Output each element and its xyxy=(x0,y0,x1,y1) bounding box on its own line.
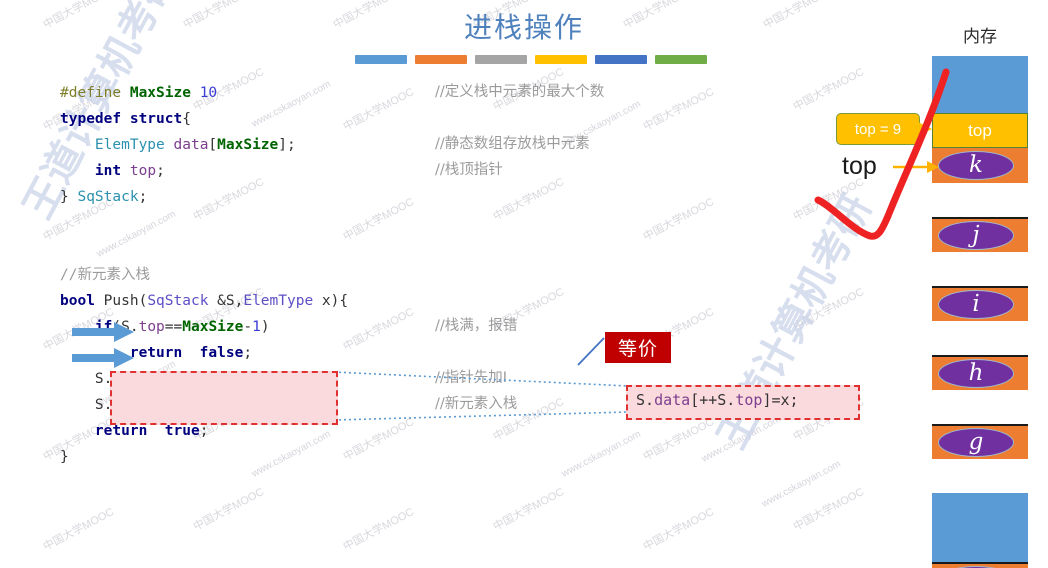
memory-value-h: h xyxy=(938,358,1014,388)
red-handdrawn-check xyxy=(814,68,950,240)
memory-cell-i: i xyxy=(932,286,1028,321)
memory-title: 内存 xyxy=(963,27,997,46)
slide-canvas: 中国大学MOOC 中国大学MOOC 中国大学MOOC 中国大学MOOC 中国大学MOOC… xyxy=(0,0,1048,568)
memory-value-g: g xyxy=(938,427,1014,457)
memory-value-i: i xyxy=(938,289,1014,319)
equivalence-badge: 等价 xyxy=(605,332,671,363)
memory-cell-e: e xyxy=(932,562,1028,568)
highlight-box-two-step xyxy=(110,371,338,425)
memory-cell-h: h xyxy=(932,355,1028,390)
memory-free-space-bottom xyxy=(932,493,1028,562)
memory-cell-g: g xyxy=(932,424,1028,459)
equivalent-code-text: S.data[++S.top]=x; xyxy=(636,391,799,409)
